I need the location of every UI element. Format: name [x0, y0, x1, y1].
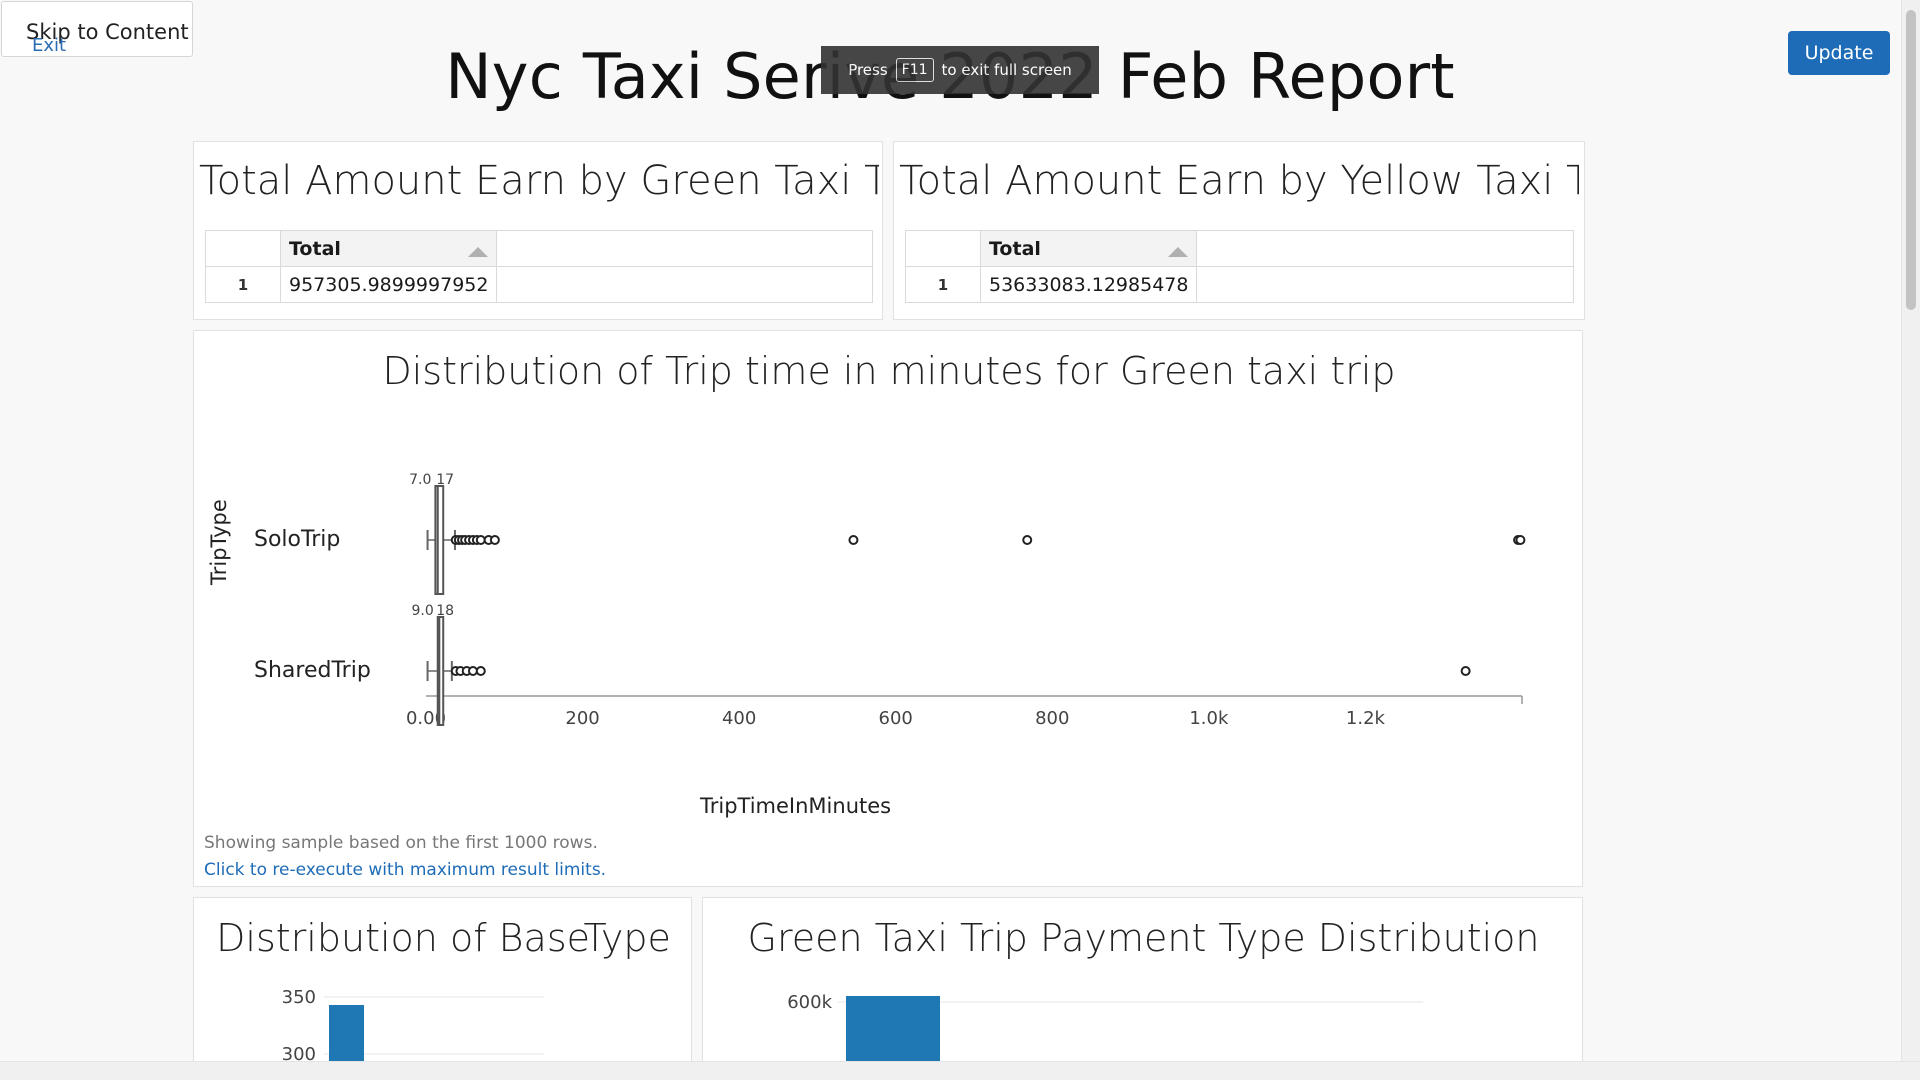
- green-total-panel: Total Amount Earn by Green Taxi Trip... …: [193, 141, 883, 320]
- yellow-total-table: Total 1 53633083.12985478: [905, 230, 1574, 303]
- outlier-point-solotrip: [489, 535, 500, 545]
- x-axis-label: TripTimeInMinutes: [700, 794, 892, 818]
- f11-key: F11: [895, 58, 934, 82]
- update-button[interactable]: Update: [1788, 31, 1890, 75]
- x-tick-label: 400: [722, 708, 756, 729]
- yellow-total-panel: Total Amount Earn by Yellow Taxi Trip...…: [893, 141, 1585, 320]
- x-tick-label: 800: [1035, 708, 1069, 729]
- total-column-header[interactable]: Total: [279, 230, 498, 267]
- outlier-point-solotrip: [1515, 535, 1526, 545]
- empty-cell: [1196, 266, 1574, 303]
- empty-header-cell: [1196, 230, 1574, 267]
- payment-type-chart-panel: Green Taxi Trip Payment Type Distributio…: [702, 897, 1583, 1068]
- x-tick-label: 1.2k: [1346, 708, 1386, 729]
- x-tick-label: 1.0k: [1189, 708, 1229, 729]
- outlier-point-solotrip: [475, 535, 486, 545]
- table-row: 1 957305.9899997952: [205, 266, 873, 303]
- y-tick-label: 600k: [787, 992, 832, 1013]
- table-header-row: Total: [905, 230, 1574, 267]
- total-cell: 957305.9899997952: [279, 266, 498, 303]
- row-number-header: [205, 230, 281, 267]
- outlier-point-solotrip: [1022, 535, 1033, 545]
- table-row: 1 53633083.12985478: [905, 266, 1574, 303]
- empty-cell: [496, 266, 873, 303]
- x-tick-label: 200: [565, 708, 599, 729]
- category-label-sharedtrip: SharedTrip: [254, 658, 371, 683]
- vertical-scrollbar-thumb[interactable]: [1906, 10, 1916, 310]
- trip-time-boxplot-panel: Distribution of Trip time in minutes for…: [193, 330, 1583, 887]
- y-tick-label: 350: [282, 987, 316, 1008]
- re-execute-link[interactable]: Click to re-execute with maximum result …: [204, 860, 606, 880]
- payment-type-title: Green Taxi Trip Payment Type Distributio…: [747, 916, 1540, 960]
- row-number-header: [905, 230, 981, 267]
- x-tick-label: 600: [879, 708, 913, 729]
- basetype-title: Distribution of BaseType: [216, 916, 671, 960]
- sort-ascending-icon[interactable]: [1168, 246, 1189, 257]
- boxplot-title: Distribution of Trip time in minutes for…: [382, 349, 1396, 393]
- category-label-solotrip: SoloTrip: [254, 527, 340, 552]
- basetype-bar-chart: 350300: [282, 987, 544, 1068]
- fullscreen-exit-banner: Press F11 to exit full screen: [821, 46, 1099, 94]
- payment-type-bar-chart: 600k: [787, 992, 1423, 1068]
- outlier-point-sharedtrip: [467, 666, 478, 676]
- box-solotrip: [434, 485, 445, 595]
- bar: [846, 996, 940, 1068]
- total-cell: 53633083.12985478: [979, 266, 1198, 303]
- boxplot-chart: 0.00 200 400 600 800 1.0k 1.2k SoloTrip7.0 17Sh…: [254, 472, 1526, 729]
- table-header-row: Total: [205, 230, 873, 267]
- total-column-label: Total: [989, 237, 1041, 260]
- green-total-table: Total 1 957305.9899997952: [205, 230, 873, 303]
- row-number: 1: [205, 266, 281, 303]
- fullscreen-press-text: Press: [848, 61, 888, 79]
- empty-header-cell: [496, 230, 873, 267]
- fullscreen-suffix-text: to exit full screen: [941, 61, 1072, 79]
- bar: [329, 1004, 364, 1068]
- basetype-chart-panel: Distribution of BaseType 350 300: [193, 897, 692, 1068]
- horizontal-scrollbar[interactable]: [0, 1061, 1920, 1080]
- q1-label-sharedtrip: 9.0: [411, 603, 433, 619]
- y-axis-label: TripType: [207, 499, 231, 585]
- total-column-header[interactable]: Total: [979, 230, 1198, 267]
- sample-note: Showing sample based on the first 1000 r…: [204, 833, 598, 853]
- outlier-point-solotrip: [848, 535, 859, 545]
- q1-label-solotrip: 7.0: [409, 472, 431, 488]
- total-column-label: Total: [289, 237, 341, 260]
- outlier-point-sharedtrip: [1460, 666, 1471, 676]
- row-number: 1: [905, 266, 981, 303]
- outlier-point-sharedtrip: [475, 666, 486, 676]
- yellow-total-title: Total Amount Earn by Yellow Taxi Trip...: [899, 158, 1579, 204]
- green-total-title: Total Amount Earn by Green Taxi Trip...: [199, 158, 879, 204]
- sort-ascending-icon[interactable]: [468, 246, 489, 257]
